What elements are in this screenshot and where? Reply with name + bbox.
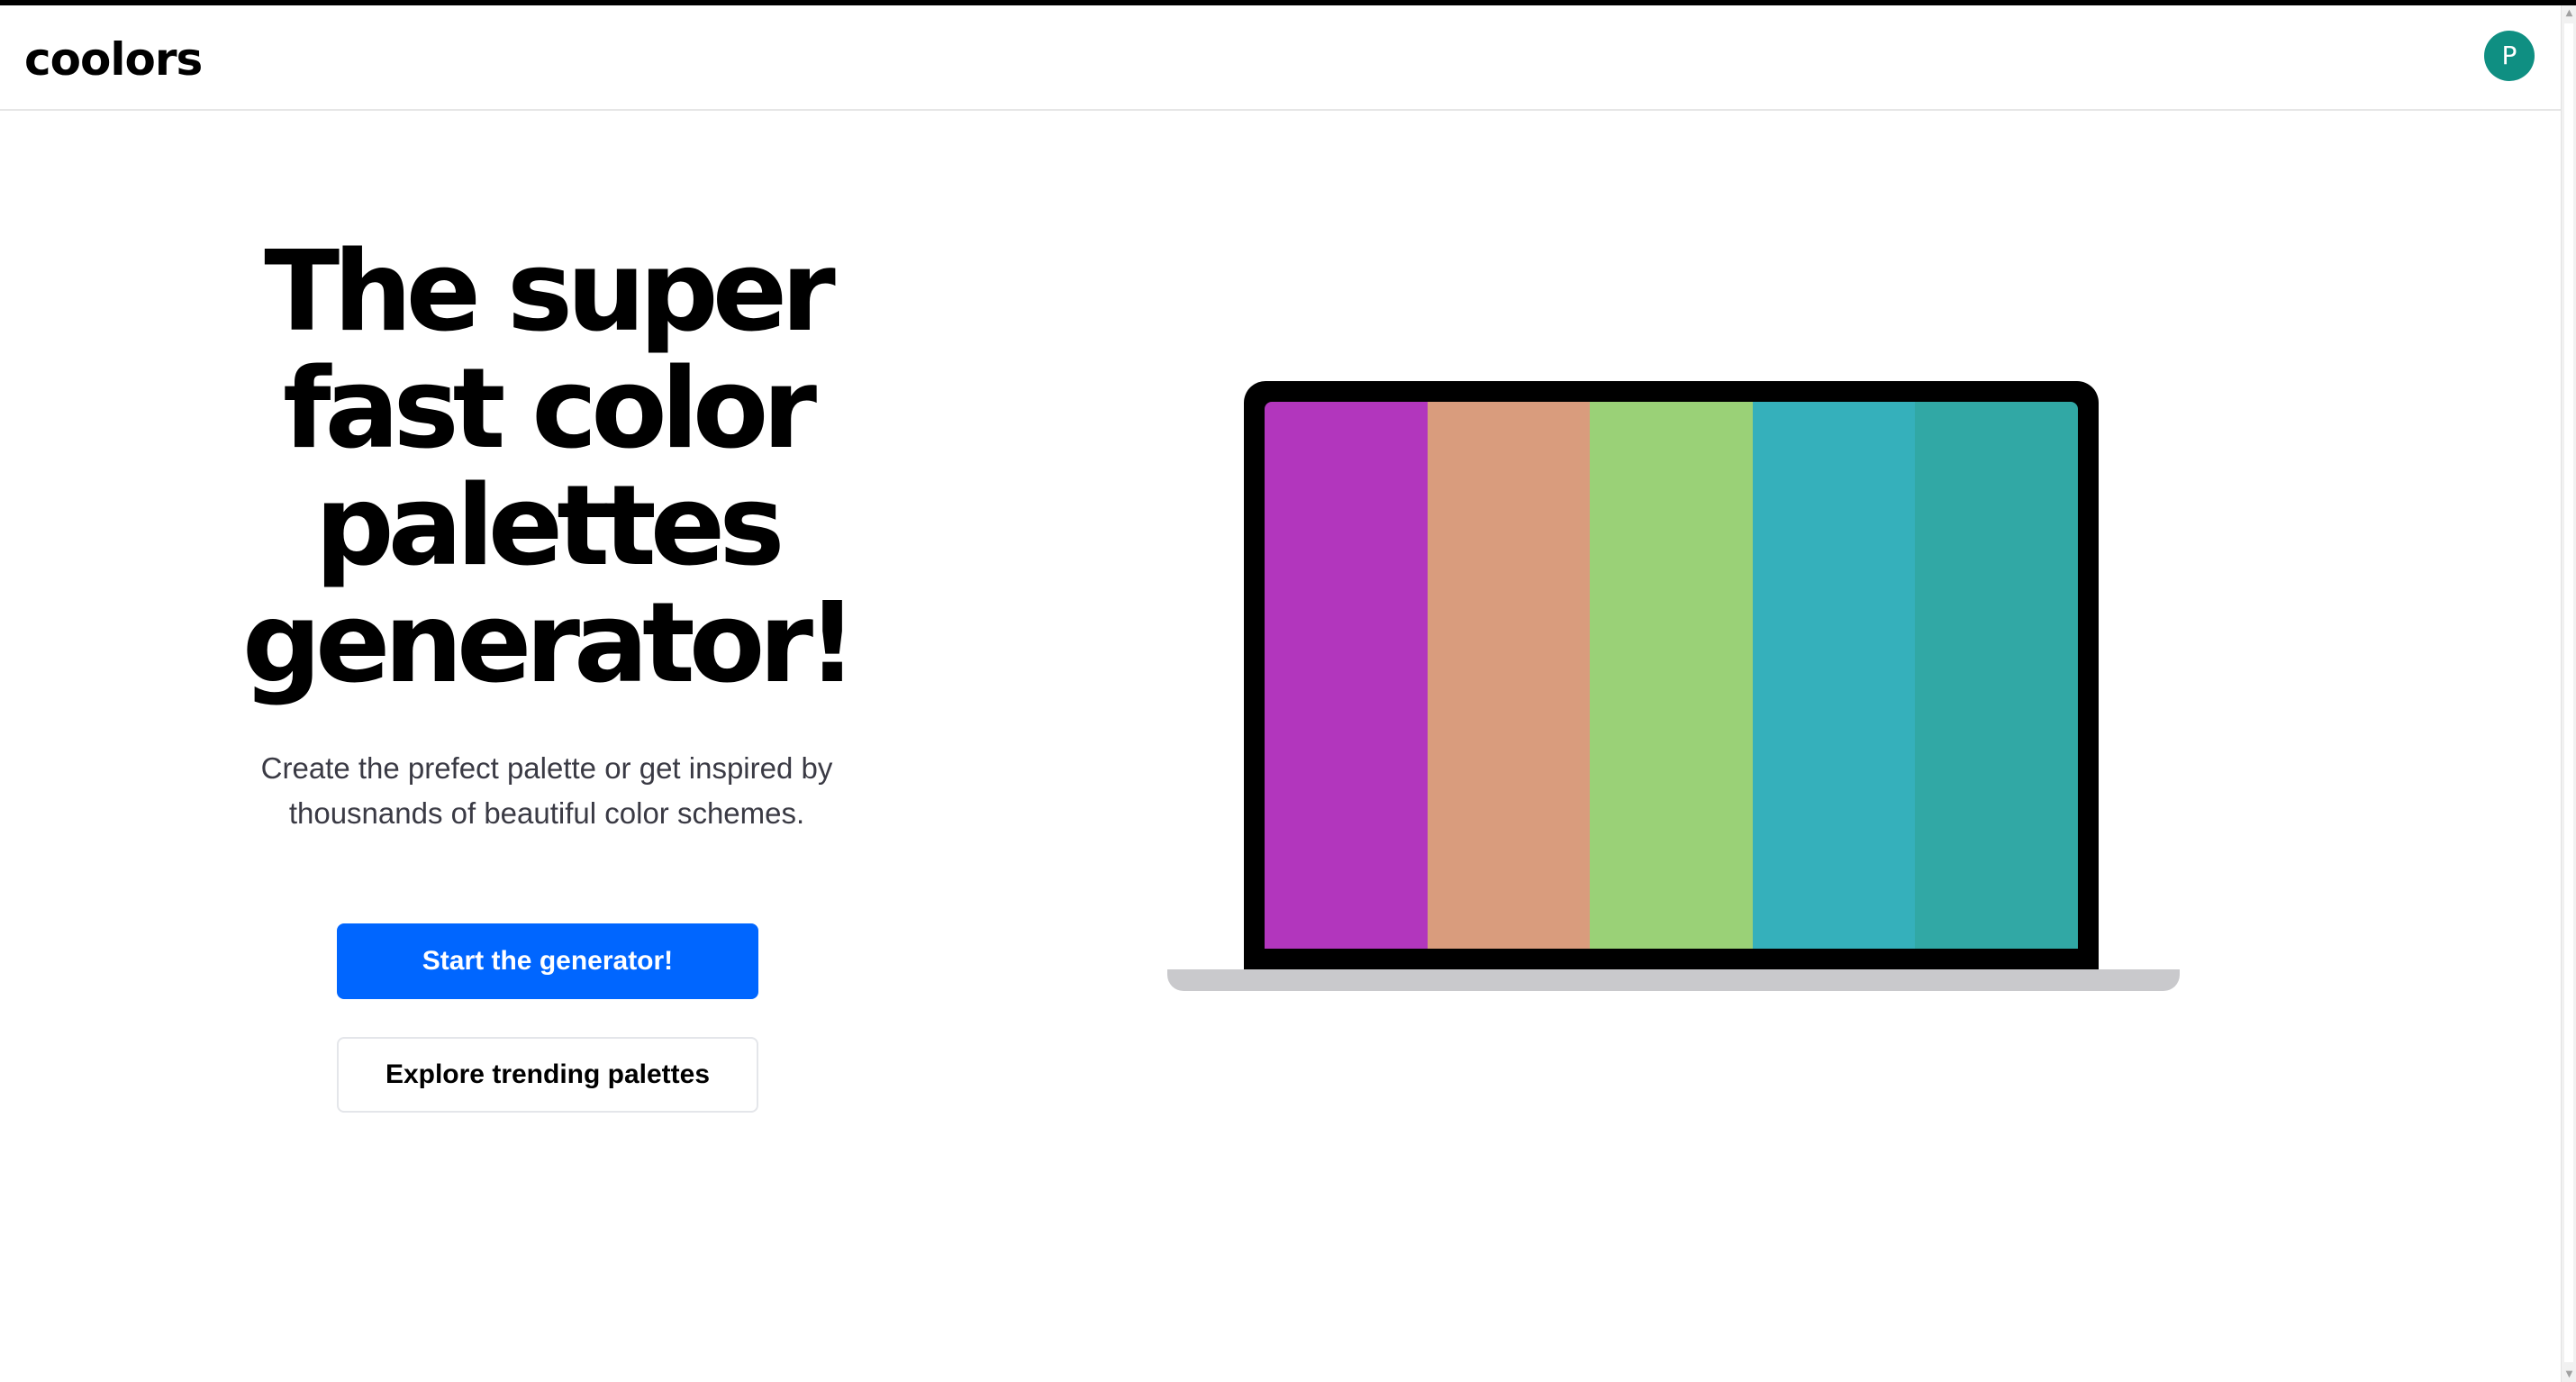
coolors-logo[interactable]: coolors [24,32,203,86]
scrollbar-thumb[interactable] [2564,23,2573,1362]
vertical-scrollbar[interactable]: ▲ ▼ [2561,5,2576,1382]
palette-swatch-magenta [1265,402,1428,949]
palette-swatch-teal-blue [1752,402,1916,949]
hero-subtitle: Create the prefect palette or get inspir… [260,751,833,830]
explore-trending-palettes-button[interactable]: Explore trending palettes [337,1037,758,1113]
scroll-down-arrow-icon[interactable]: ▼ [2562,1367,2576,1382]
palette-swatch-light-green [1590,402,1753,949]
palette-preview [1265,402,2078,949]
palette-swatch-teal [1915,402,2078,949]
hero-section: The super fast color palettes generator!… [180,234,913,836]
start-generator-button[interactable]: Start the generator! [337,923,758,999]
palette-swatch-peach [1427,402,1591,949]
top-nav-bar: coolors P [0,5,2561,111]
laptop-base [1167,969,2180,991]
user-avatar[interactable]: P [2484,31,2535,81]
scroll-up-arrow-icon[interactable]: ▲ [2562,5,2576,21]
hero-headline: The super fast color palettes generator! [241,228,857,708]
laptop-illustration [1244,381,2099,971]
